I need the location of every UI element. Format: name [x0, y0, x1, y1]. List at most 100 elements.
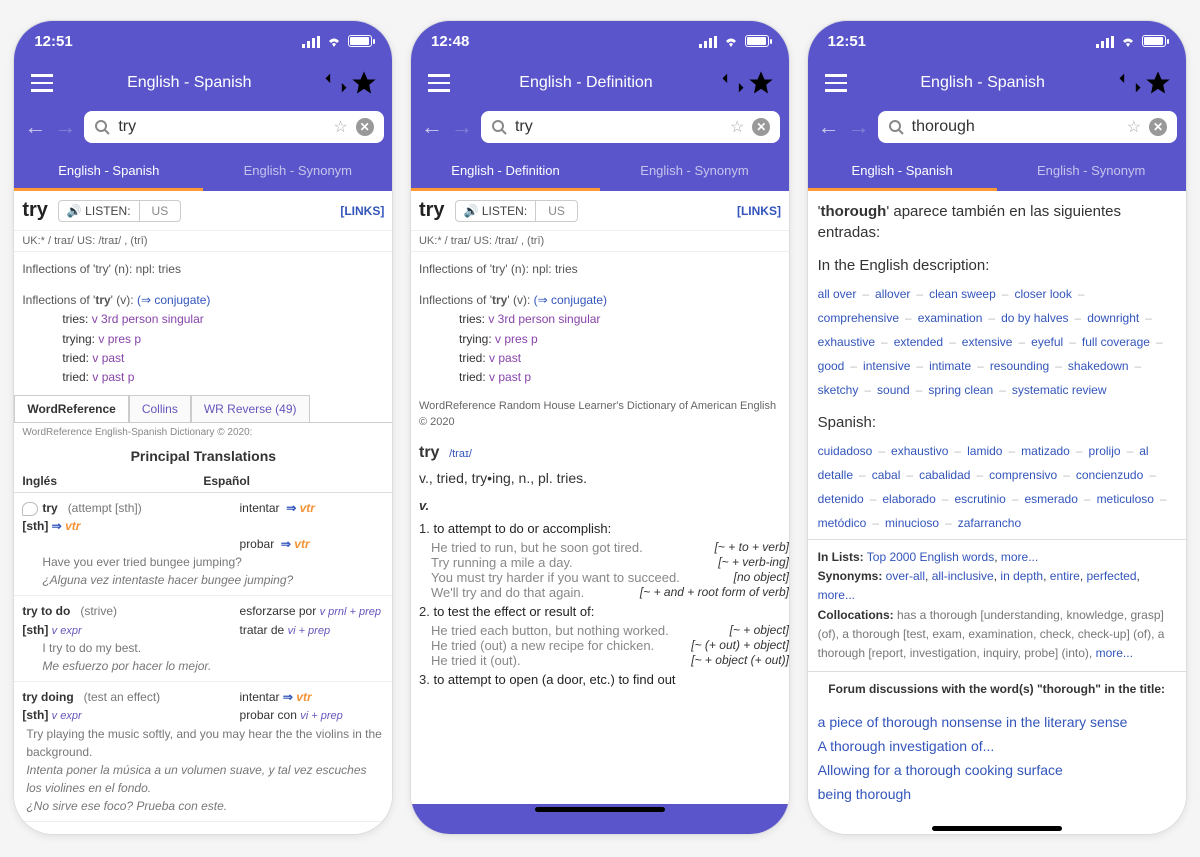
entry-header: try 🔊 LISTEN: US [LINKS] [14, 191, 392, 231]
related-link[interactable]: cabalidad [919, 468, 970, 482]
related-link[interactable]: intensive [863, 359, 910, 373]
input-star-icon[interactable]: ☆ [1127, 117, 1141, 137]
inline-link[interactable]: more... [1001, 550, 1038, 564]
more-link[interactable]: more... [1096, 646, 1133, 660]
listen-button[interactable]: 🔊 LISTEN: US [455, 200, 578, 222]
related-link[interactable]: comprensivo [989, 468, 1057, 482]
related-link[interactable]: escrutinio [954, 492, 1005, 506]
listen-button[interactable]: 🔊 LISTEN: US [58, 200, 181, 222]
favorite-star-icon[interactable] [747, 69, 775, 97]
input-star-icon[interactable]: ☆ [730, 117, 744, 137]
related-link[interactable]: metódico [818, 516, 867, 530]
search-box[interactable]: ☆ ✕ [481, 111, 780, 143]
inline-link[interactable]: all-inclusive [932, 569, 994, 583]
tab-english-spanish[interactable]: English - Spanish [14, 153, 203, 191]
input-star-icon[interactable]: ☆ [333, 117, 347, 137]
clear-icon[interactable]: ✕ [1149, 118, 1167, 136]
related-link[interactable]: meticuloso [1097, 492, 1154, 506]
related-link[interactable]: extensive [962, 335, 1013, 349]
related-link[interactable]: detenido [818, 492, 864, 506]
related-link[interactable]: good [818, 359, 845, 373]
search-input[interactable] [515, 118, 722, 136]
tab-english-synonym[interactable]: English - Synonym [997, 153, 1186, 191]
related-link[interactable]: sketchy [818, 383, 859, 397]
forum-link[interactable]: A thorough investigation of... [818, 734, 1176, 758]
related-link[interactable]: cuidadoso [818, 444, 873, 458]
nav-back-icon[interactable]: ← [818, 114, 840, 140]
tab-english-spanish[interactable]: English - Spanish [808, 153, 997, 191]
related-link[interactable]: resounding [990, 359, 1049, 373]
nav-forward-icon[interactable]: → [451, 114, 473, 140]
related-link[interactable]: zafarrancho [958, 516, 1021, 530]
header-title: English - Spanish [850, 74, 1116, 92]
favorite-star-icon[interactable] [1144, 69, 1172, 97]
related-link[interactable]: extended [894, 335, 943, 349]
inline-link[interactable]: over-all [886, 569, 925, 583]
inline-link[interactable]: in depth [1000, 569, 1043, 583]
inflections-noun: Inflections of 'try' (n): npl: tries [14, 252, 392, 283]
related-link[interactable]: clean sweep [929, 287, 996, 301]
source-tab-wrreverse[interactable]: WR Reverse (49) [191, 395, 310, 422]
inline-link[interactable]: perfected [1086, 569, 1136, 583]
links-button[interactable]: [LINKS] [737, 204, 781, 218]
related-link[interactable]: intimate [929, 359, 971, 373]
tab-english-definition[interactable]: English - Definition [411, 153, 600, 191]
related-link[interactable]: spring clean [928, 383, 993, 397]
related-link[interactable]: allover [875, 287, 910, 301]
swap-icon[interactable] [322, 69, 350, 97]
related-link[interactable]: elaborado [882, 492, 935, 506]
search-row: ← → ☆ ✕ [14, 105, 392, 153]
speech-icon[interactable] [22, 502, 38, 516]
related-link[interactable]: cabal [872, 468, 901, 482]
content-area: try 🔊 LISTEN: US [LINKS] UK:* / traɪ/ US… [411, 191, 789, 804]
links-button[interactable]: [LINKS] [340, 204, 384, 218]
forum-link[interactable]: being thorough [818, 782, 1176, 806]
related-link[interactable]: closer look [1014, 287, 1071, 301]
forum-link[interactable]: Allowing for a thorough cooking surface [818, 758, 1176, 782]
related-link[interactable]: exhaustivo [891, 444, 948, 458]
swap-icon[interactable] [1116, 69, 1144, 97]
related-link[interactable]: comprehensive [818, 311, 899, 325]
tab-english-synonym[interactable]: English - Synonym [600, 153, 789, 191]
search-input[interactable] [118, 118, 325, 136]
search-box[interactable]: ☆ ✕ [84, 111, 383, 143]
nav-forward-icon[interactable]: → [848, 114, 870, 140]
related-link[interactable]: shakedown [1068, 359, 1129, 373]
related-link[interactable]: all over [818, 287, 857, 301]
related-link[interactable]: eyeful [1031, 335, 1063, 349]
inline-link[interactable]: more... [818, 588, 855, 602]
nav-forward-icon[interactable]: → [54, 114, 76, 140]
related-link[interactable]: exhaustive [818, 335, 875, 349]
forum-link[interactable]: a piece of thorough nonsense in the lite… [818, 710, 1176, 734]
nav-back-icon[interactable]: ← [421, 114, 443, 140]
inline-link[interactable]: Top 2000 English words [867, 550, 994, 564]
related-link[interactable]: full coverage [1082, 335, 1150, 349]
related-link[interactable]: esmerado [1025, 492, 1078, 506]
content-area: 'thorough' aparece también en las siguie… [808, 191, 1186, 823]
menu-icon[interactable] [28, 69, 56, 97]
tab-english-synonym[interactable]: English - Synonym [203, 153, 392, 191]
related-link[interactable]: minucioso [885, 516, 939, 530]
related-link[interactable]: matizado [1021, 444, 1070, 458]
related-link[interactable]: systematic review [1012, 383, 1107, 397]
clear-icon[interactable]: ✕ [752, 118, 770, 136]
related-link[interactable]: prolijo [1089, 444, 1121, 458]
menu-icon[interactable] [425, 69, 453, 97]
favorite-star-icon[interactable] [350, 69, 378, 97]
menu-icon[interactable] [822, 69, 850, 97]
related-link[interactable]: do by halves [1001, 311, 1068, 325]
related-link[interactable]: lamido [967, 444, 1002, 458]
related-link[interactable]: downright [1087, 311, 1139, 325]
nav-back-icon[interactable]: ← [24, 114, 46, 140]
search-box[interactable]: ☆ ✕ [878, 111, 1177, 143]
search-input[interactable] [912, 118, 1119, 136]
inline-link[interactable]: entire [1050, 569, 1080, 583]
related-link[interactable]: examination [918, 311, 983, 325]
source-tab-wordreference[interactable]: WordReference [14, 395, 128, 422]
swap-icon[interactable] [719, 69, 747, 97]
related-link[interactable]: sound [877, 383, 910, 397]
clear-icon[interactable]: ✕ [356, 118, 374, 136]
signal-icon [302, 35, 320, 47]
source-tab-collins[interactable]: Collins [129, 395, 191, 422]
related-link[interactable]: concienzudo [1076, 468, 1143, 482]
